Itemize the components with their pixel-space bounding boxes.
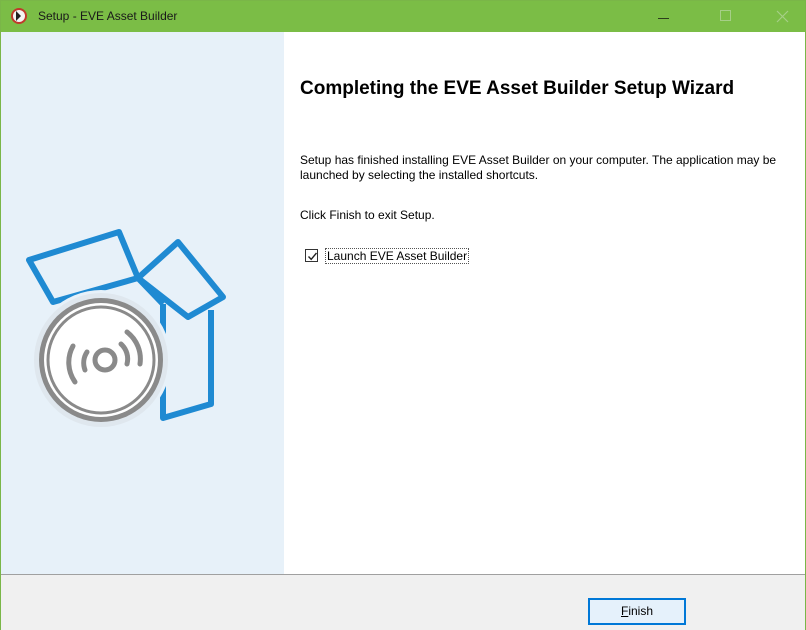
close-button[interactable] bbox=[759, 1, 805, 32]
box-with-disc-illustration bbox=[26, 229, 226, 427]
title-bar[interactable]: Setup - EVE Asset Builder bbox=[1, 1, 805, 32]
finish-button[interactable]: Finish bbox=[588, 598, 686, 625]
exit-instruction: Click Finish to exit Setup. bbox=[300, 208, 435, 222]
checkmark-icon bbox=[307, 252, 318, 261]
launch-checkbox[interactable] bbox=[305, 249, 318, 262]
maximize-button[interactable] bbox=[707, 1, 753, 32]
minimize-icon bbox=[658, 18, 669, 19]
page-title: Completing the EVE Asset Builder Setup W… bbox=[300, 78, 735, 99]
finish-label: inish bbox=[628, 604, 654, 618]
minimize-button[interactable] bbox=[641, 1, 687, 32]
launch-checkbox-label[interactable]: Launch EVE Asset Builder bbox=[325, 248, 470, 264]
window-title: Setup - EVE Asset Builder bbox=[38, 9, 178, 23]
close-icon bbox=[776, 10, 789, 23]
completion-description: Setup has finished installing EVE Asset … bbox=[300, 153, 777, 182]
wizard-content: Completing the EVE Asset Builder Setup W… bbox=[284, 32, 805, 574]
wizard-footer: Finish bbox=[1, 575, 805, 630]
setup-window: Setup - EVE Asset Builder Completing the… bbox=[0, 0, 806, 630]
setup-app-icon bbox=[10, 7, 28, 25]
wizard-sidebar bbox=[1, 32, 284, 574]
maximize-icon bbox=[720, 10, 731, 21]
